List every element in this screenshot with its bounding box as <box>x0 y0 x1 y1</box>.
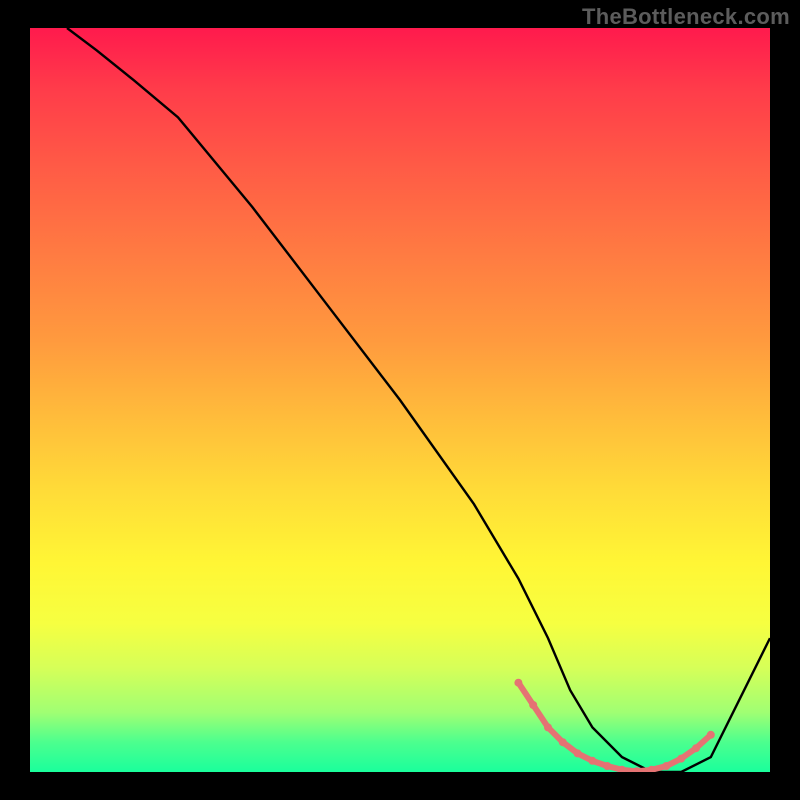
bottleneck-marker <box>692 744 700 752</box>
bottleneck-markers <box>514 679 714 772</box>
bottleneck-marker <box>514 679 522 687</box>
main-curve-group <box>67 28 770 772</box>
bottleneck-marker <box>588 757 596 765</box>
bottleneck-marker <box>559 738 567 746</box>
plot-area <box>30 28 770 772</box>
bottleneck-marker <box>544 723 552 731</box>
chart-frame: TheBottleneck.com <box>0 0 800 800</box>
bottleneck-marker <box>707 731 715 739</box>
watermark-text: TheBottleneck.com <box>582 4 790 30</box>
main-curve <box>67 28 770 772</box>
bottleneck-marker <box>677 755 685 763</box>
bottleneck-marker <box>662 762 670 770</box>
bottleneck-marker <box>603 762 611 770</box>
chart-svg <box>30 28 770 772</box>
bottleneck-marker <box>529 701 537 709</box>
bottleneck-marker <box>574 749 582 757</box>
